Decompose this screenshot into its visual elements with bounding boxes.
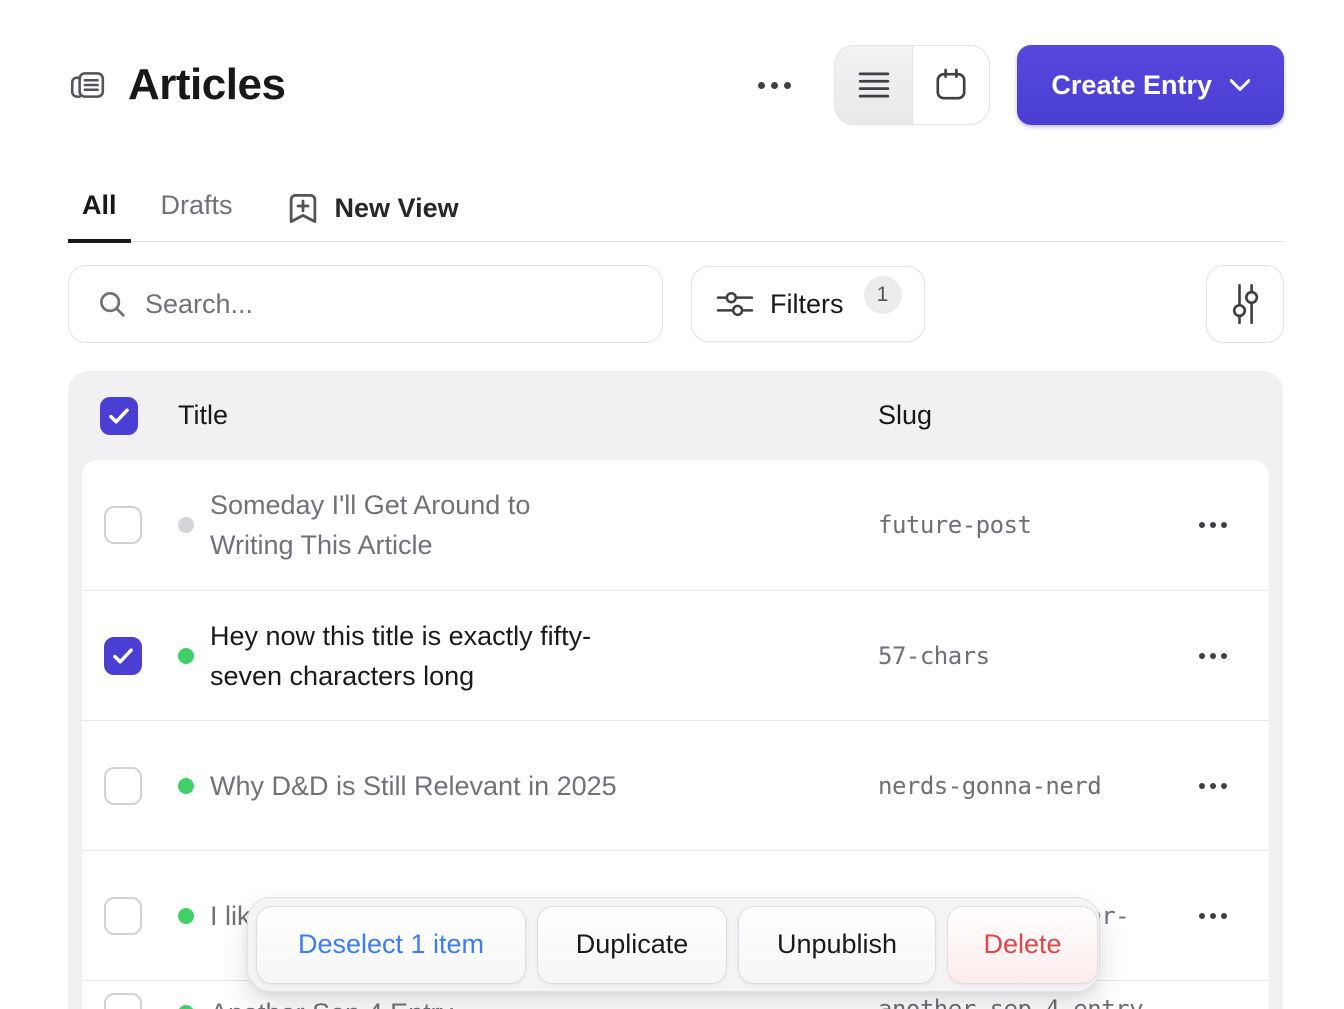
tab-all[interactable]: All — [68, 186, 131, 243]
select-all-checkbox[interactable] — [100, 397, 138, 435]
table-header: Title Slug — [68, 371, 1283, 460]
status-dot — [178, 517, 194, 533]
checkmark-icon — [108, 407, 130, 425]
entry-title[interactable]: Someday I'll Get Around to Writing This … — [210, 485, 620, 565]
entry-slug: nerds-gonna-nerd — [878, 770, 1168, 802]
filter-bar: Filters 1 — [68, 265, 1284, 343]
filters-count-badge: 1 — [864, 276, 902, 314]
duplicate-button[interactable]: Duplicate — [537, 906, 727, 984]
entry-title[interactable]: Hey now this title is exactly fifty-seve… — [210, 616, 620, 696]
page-header: Articles — [68, 44, 1284, 126]
row-checkbox[interactable] — [104, 993, 142, 1009]
entry-slug: future-post — [878, 509, 1168, 541]
row-checkbox[interactable] — [104, 637, 142, 675]
more-actions-button[interactable] — [752, 63, 796, 107]
filters-button[interactable]: Filters 1 — [691, 266, 925, 342]
sliders-horizontal-icon — [716, 288, 754, 320]
checkmark-icon — [112, 647, 134, 665]
status-dot — [178, 1005, 194, 1009]
entry-title[interactable]: Another Sep 4 Entry — [210, 993, 620, 1009]
deselect-button[interactable]: Deselect 1 item — [256, 906, 526, 984]
entry-slug: another-sep-4-entry — [878, 993, 1168, 1009]
status-dot — [178, 648, 194, 664]
create-entry-label: Create Entry — [1051, 70, 1212, 101]
view-tabs: All Drafts New View — [68, 186, 1284, 242]
search-input[interactable] — [145, 289, 638, 320]
articles-page: Articles — [0, 0, 1344, 1009]
sliders-vertical-icon — [1228, 282, 1262, 326]
entry-slug: 57-chars — [878, 640, 1168, 672]
row-menu-button[interactable] — [1193, 907, 1233, 925]
search-icon — [97, 289, 127, 319]
status-dot — [178, 778, 194, 794]
tab-drafts[interactable]: Drafts — [147, 186, 247, 243]
table-row[interactable]: Why D&D is Still Relevant in 2025 nerds-… — [82, 720, 1269, 850]
row-checkbox[interactable] — [104, 897, 142, 935]
bookmark-plus-icon — [288, 192, 318, 225]
row-checkbox[interactable] — [104, 767, 142, 805]
delete-button[interactable]: Delete — [947, 906, 1098, 984]
status-dot — [178, 908, 194, 924]
display-options-button[interactable] — [1206, 265, 1284, 343]
calendar-icon — [933, 67, 969, 103]
chevron-down-icon — [1230, 79, 1250, 91]
view-mode-toggle — [834, 45, 990, 125]
new-view-label: New View — [335, 193, 459, 224]
page-title: Articles — [128, 60, 285, 110]
row-checkbox[interactable] — [104, 506, 142, 544]
new-view-button[interactable]: New View — [288, 192, 459, 241]
row-menu-button[interactable] — [1193, 516, 1233, 534]
list-icon — [856, 68, 892, 102]
list-view-button[interactable] — [835, 46, 912, 124]
page-header-left: Articles — [68, 60, 285, 110]
bulk-action-bar: Deselect 1 item Duplicate Unpublish Dele… — [247, 897, 1100, 992]
column-header-slug[interactable]: Slug — [878, 400, 932, 431]
calendar-view-button[interactable] — [912, 46, 990, 124]
more-icon — [758, 82, 765, 89]
page-header-actions: Create Entry — [752, 45, 1284, 125]
filters-label: Filters — [770, 289, 844, 320]
table-row[interactable]: Someday I'll Get Around to Writing This … — [82, 460, 1269, 590]
table-row[interactable]: Hey now this title is exactly fifty-seve… — [82, 590, 1269, 720]
collection-icon — [68, 66, 106, 104]
row-menu-button[interactable] — [1193, 647, 1233, 665]
unpublish-button[interactable]: Unpublish — [738, 906, 936, 984]
search-box — [68, 265, 663, 343]
entry-title[interactable]: Why D&D is Still Relevant in 2025 — [210, 766, 620, 806]
row-menu-button[interactable] — [1193, 777, 1233, 795]
create-entry-button[interactable]: Create Entry — [1017, 45, 1284, 125]
column-header-title[interactable]: Title — [178, 400, 228, 431]
